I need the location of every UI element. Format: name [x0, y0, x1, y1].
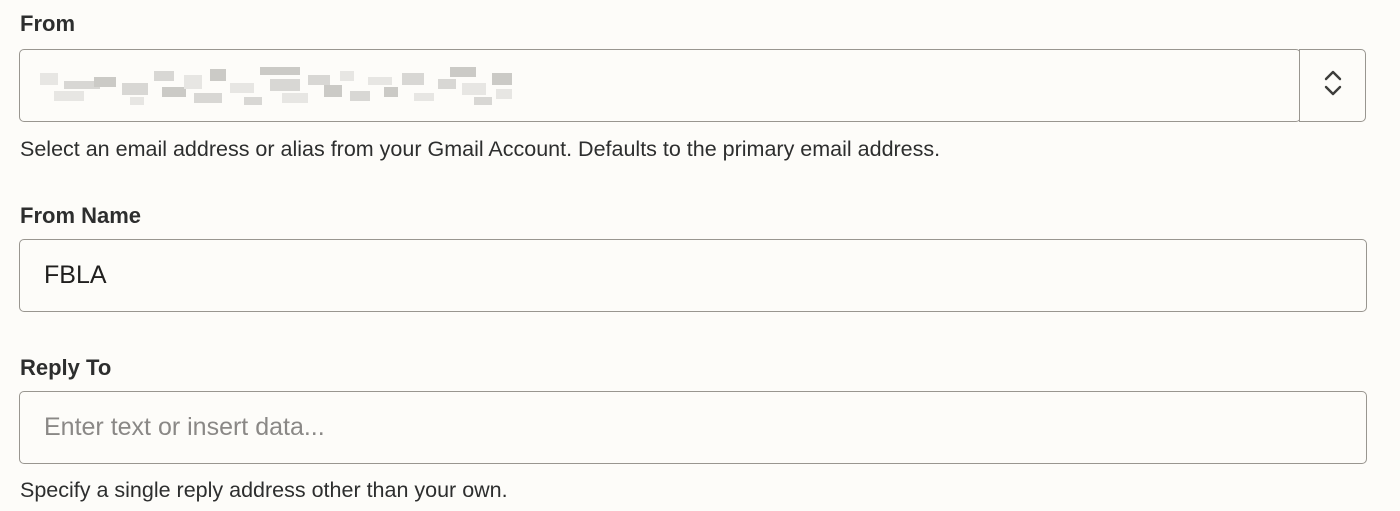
reply-to-help-text: Specify a single reply address other tha…	[20, 478, 508, 502]
from-name-label: From Name	[20, 203, 142, 228]
chevron-up-down-icon	[1323, 68, 1343, 103]
reply-to-input[interactable]	[19, 391, 1367, 464]
from-select-toggle[interactable]	[1299, 49, 1366, 122]
from-name-input[interactable]	[19, 239, 1367, 312]
redacted-email-value	[34, 63, 514, 109]
from-select[interactable]	[19, 49, 1301, 122]
from-help-text: Select an email address or alias from yo…	[20, 137, 941, 161]
reply-to-label: Reply To	[20, 355, 112, 380]
from-label: From	[20, 11, 75, 36]
email-settings-form: From Select an email address or alias fr…	[0, 0, 1400, 511]
